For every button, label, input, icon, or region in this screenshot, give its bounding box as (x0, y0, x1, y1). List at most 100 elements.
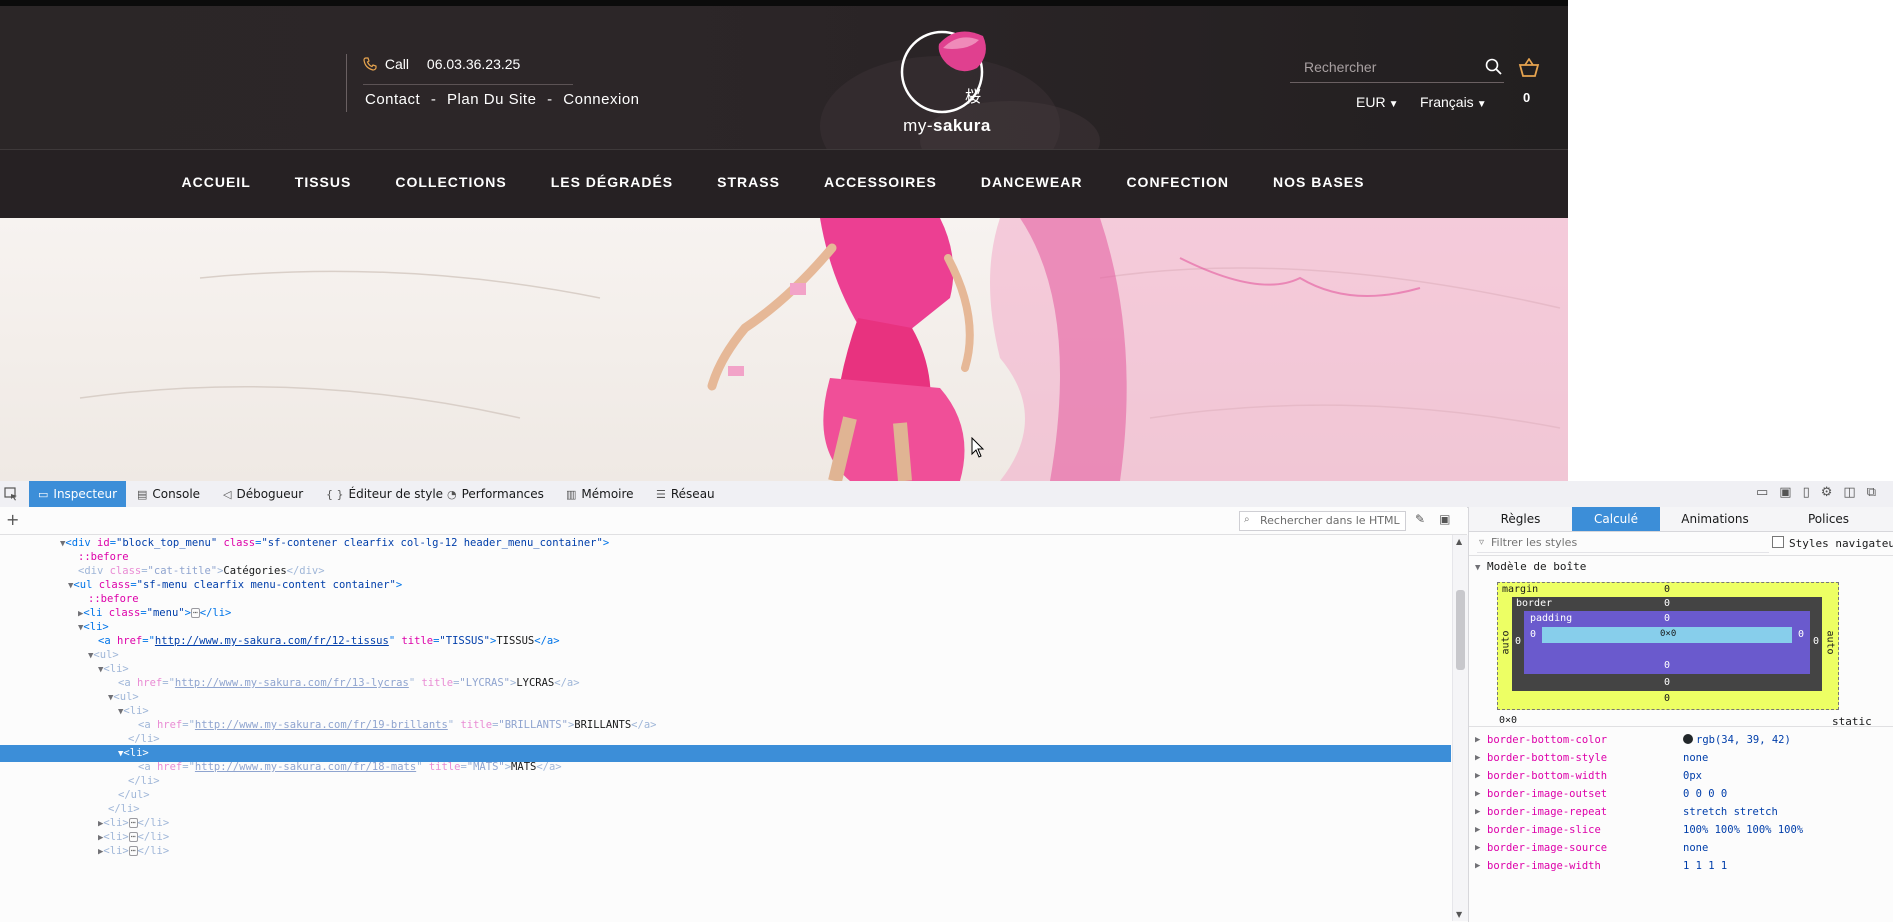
language-selector[interactable]: Français ▼ (1420, 94, 1487, 110)
computed-property[interactable]: ▶ border-bottom-width 0px (1469, 767, 1893, 785)
nav-item-tissus[interactable]: TISSUS (295, 174, 352, 194)
attr-name: title (460, 719, 493, 731)
computed-property[interactable]: ▶ border-image-width 1 1 1 1 (1469, 857, 1893, 875)
tab-debogueur[interactable]: ◁ Débogueur (223, 481, 303, 507)
contact-link[interactable]: Contact (365, 91, 420, 108)
tag-open: <ul (73, 579, 99, 591)
tab-calcule[interactable]: Calculé (1572, 507, 1660, 531)
search-input[interactable] (1302, 58, 1476, 76)
scroll-up-icon[interactable]: ▲ (1456, 537, 1462, 546)
browser-styles-toggle[interactable]: Styles navigateur (1772, 536, 1893, 550)
expand-arrow-icon[interactable]: ▶ (1475, 821, 1480, 839)
expand-arrow-icon[interactable]: ▶ (1475, 731, 1480, 749)
scroll-down-icon[interactable]: ▼ (1456, 910, 1462, 919)
href-link[interactable]: http://www.my-sakura.com/fr/19-brillants (195, 719, 448, 731)
markup-node[interactable]: ▶<li> ⋯ </li> (0, 843, 1451, 860)
logo-text: my-sakura (887, 116, 1007, 136)
cart-icon[interactable] (1518, 58, 1540, 78)
computed-property[interactable]: ▶ border-bottom-style none (1469, 749, 1893, 767)
collapse-arrow-icon[interactable]: ▼ (1475, 563, 1480, 573)
tab-editeur-de-style[interactable]: { } Éditeur de style (326, 481, 443, 507)
tab-memoire[interactable]: ▥ Mémoire (566, 481, 634, 507)
collapsed-children-icon[interactable]: ⋯ (190, 608, 200, 618)
computed-property[interactable]: ▶ border-image-outset 0 0 0 0 (1469, 785, 1893, 803)
nav-item-nos-bases[interactable]: NOS BASES (1273, 174, 1364, 194)
responsive-mode-icon[interactable]: ▯ (1803, 485, 1821, 500)
expand-arrow-icon[interactable]: ▶ (1475, 749, 1480, 767)
tab-regles[interactable]: Règles (1469, 507, 1572, 531)
border-label: border (1516, 598, 1553, 609)
href-link[interactable]: http://www.my-sakura.com/fr/18-mats (195, 761, 416, 773)
margin-right-value[interactable]: auto (1824, 630, 1835, 654)
tab-animations[interactable]: Animations (1660, 507, 1770, 531)
computed-property[interactable]: ▶ border-image-slice 100% 100% 100% 100% (1469, 821, 1893, 839)
border-top-value[interactable]: 0 (1664, 598, 1670, 609)
nav-item-accessoires[interactable]: ACCESSOIRES (824, 174, 937, 194)
tab-polices[interactable]: Polices (1770, 507, 1893, 531)
dock-side-icon[interactable]: ◫ (1843, 485, 1866, 500)
expand-arrow-icon[interactable]: ▶ (1475, 803, 1480, 821)
currency-selector[interactable]: EUR ▼ (1356, 94, 1398, 110)
tab-inspecteur[interactable]: ▭ Inspecteur (29, 481, 126, 507)
checkbox[interactable] (1772, 536, 1784, 548)
padding-right-value[interactable]: 0 (1798, 629, 1804, 640)
collapsed-children-icon[interactable]: ⋯ (128, 832, 138, 842)
nav-item-accueil[interactable]: ACCUEIL (182, 174, 251, 194)
settings-gear-icon[interactable]: ⚙ (1821, 485, 1844, 500)
href-link[interactable]: http://www.my-sakura.com/fr/13-lycras (175, 677, 409, 689)
margin-left-value[interactable]: auto (1501, 630, 1512, 654)
href-link[interactable]: http://www.my-sakura.com/fr/12-tissus (155, 635, 389, 647)
tab-reseau[interactable]: ☰ Réseau (656, 481, 715, 507)
split-console-icon[interactable]: ▭ (1756, 485, 1779, 500)
border-left-value[interactable]: 0 (1515, 636, 1521, 647)
color-swatch[interactable] (1683, 734, 1693, 744)
expand-arrow-icon[interactable]: ▶ (1475, 767, 1480, 785)
scroll-thumb[interactable] (1456, 590, 1465, 670)
margin-top-value[interactable]: 0 (1664, 584, 1670, 595)
element-picker-icon[interactable] (4, 487, 18, 501)
border-right-value[interactable]: 0 (1813, 636, 1819, 647)
markup-search-input[interactable] (1258, 513, 1407, 528)
undock-icon[interactable]: ⧉ (1867, 485, 1887, 500)
border-bottom-value[interactable]: 0 (1664, 677, 1670, 688)
site-logo[interactable]: 桜 my-sakura (887, 24, 1007, 144)
tab-performances[interactable]: ◔ Performances (447, 481, 544, 507)
chevron-down-icon: ▼ (1476, 99, 1487, 110)
padding-bottom-value[interactable]: 0 (1664, 660, 1670, 671)
phone-number[interactable]: 06.03.36.23.25 (427, 56, 520, 72)
nav-item-collections[interactable]: COLLECTIONS (395, 174, 506, 194)
computed-properties: ▶ border-bottom-color rgb(34, 39, 42) ▶ bor… (1469, 726, 1893, 923)
nav-item-degrades[interactable]: LES DÉGRADÉS (551, 174, 673, 194)
tag-end: </a> (536, 761, 562, 773)
filter-styles-input[interactable] (1489, 535, 1703, 550)
collapsed-children-icon[interactable]: ⋯ (128, 846, 138, 856)
markup-scrollbar[interactable]: ▲ ▼ (1452, 535, 1468, 921)
tab-console[interactable]: ▤ Console (137, 481, 200, 507)
browser-styles-label: Styles navigateur (1789, 537, 1893, 550)
nav-item-strass[interactable]: STRASS (717, 174, 780, 194)
search-icon[interactable] (1485, 58, 1502, 75)
collapsed-children-icon[interactable]: ⋯ (128, 818, 138, 828)
toggle-sidebar-icon[interactable]: ▣ (1439, 512, 1464, 526)
computed-property[interactable]: ▶ border-image-repeat stretch stretch (1469, 803, 1893, 821)
padding-left-value[interactable]: 0 (1530, 629, 1536, 640)
node-text: Catégories (223, 565, 287, 577)
box-model-content[interactable]: 0×0 (1542, 627, 1792, 643)
padding-top-value[interactable]: 0 (1664, 613, 1670, 624)
expand-arrow-icon[interactable]: ▶ (1475, 785, 1480, 803)
login-link[interactable]: Connexion (563, 91, 639, 108)
eyedropper-icon[interactable]: ✎ (1415, 512, 1439, 526)
margin-bottom-value[interactable]: 0 (1664, 693, 1670, 704)
sitemap-link[interactable]: Plan Du Site (447, 91, 536, 108)
expand-arrow-icon[interactable]: ▶ (1475, 857, 1480, 875)
computed-property[interactable]: ▶ border-image-source none (1469, 839, 1893, 857)
computed-property[interactable]: ▶ border-bottom-color rgb(34, 39, 42) (1469, 731, 1893, 749)
attr-name: title (421, 677, 454, 689)
nav-item-dancewear[interactable]: DANCEWEAR (981, 174, 1083, 194)
add-node-icon[interactable]: + (6, 510, 19, 529)
attr-name: href (136, 677, 163, 689)
nav-item-confection[interactable]: CONFECTION (1126, 174, 1229, 194)
expand-arrow-icon[interactable]: ▶ (1475, 839, 1480, 857)
screenshot-icon[interactable]: ▣ (1779, 485, 1802, 500)
box-model-header[interactable]: ▼ Modèle de boîte (1475, 560, 1586, 573)
